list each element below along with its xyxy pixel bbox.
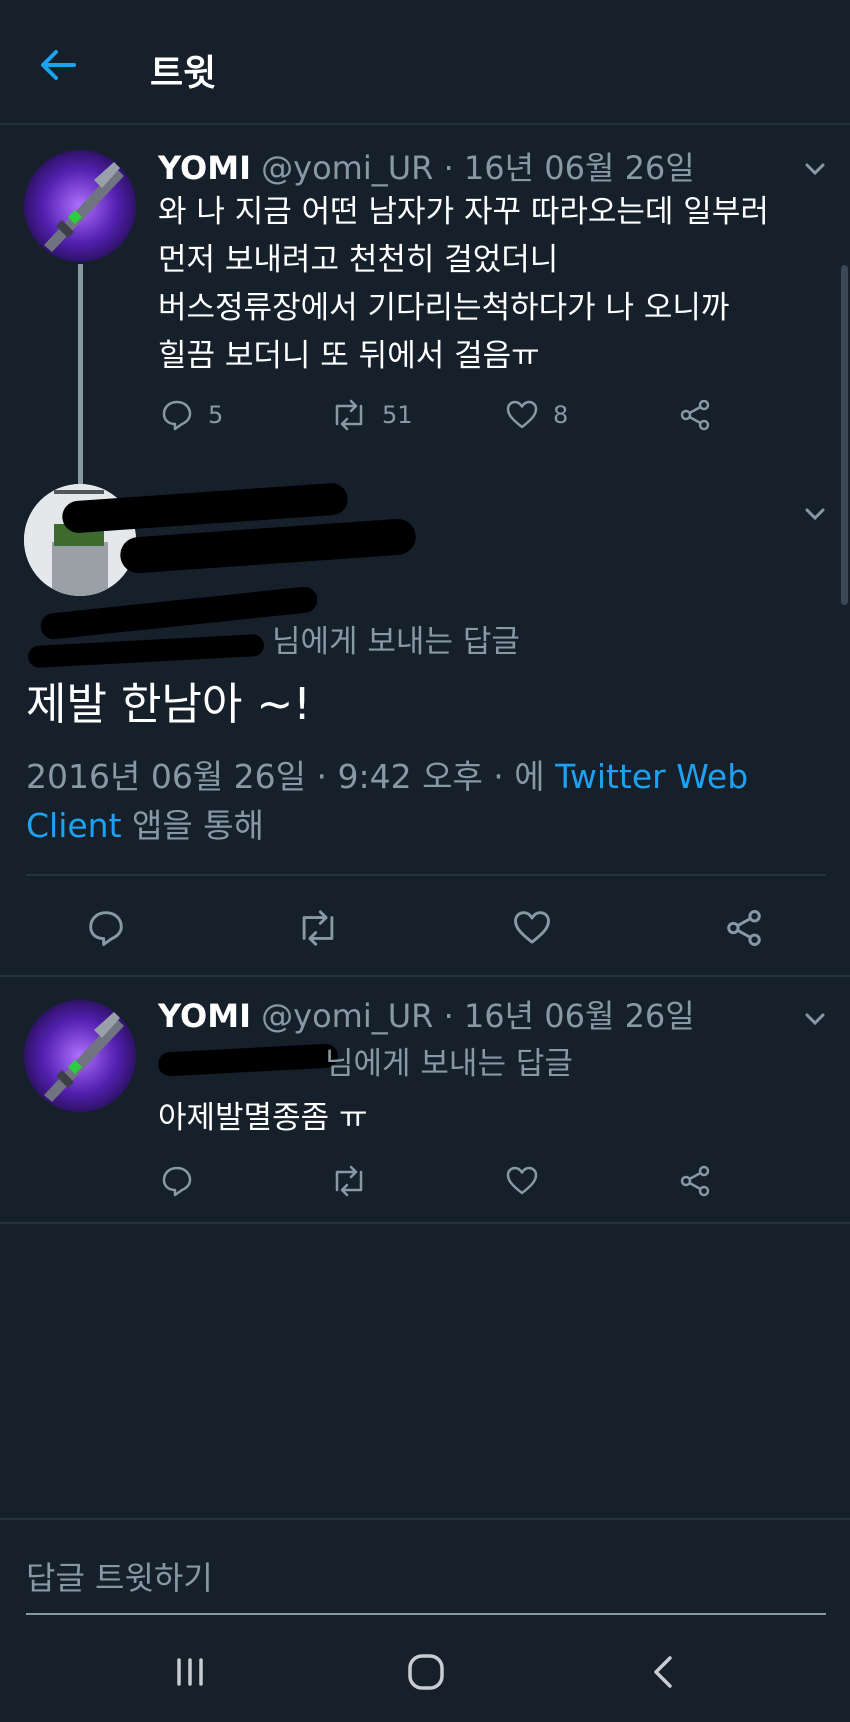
comment-icon bbox=[162, 1166, 192, 1197]
avatar-image bbox=[24, 150, 136, 262]
scrollbar[interactable] bbox=[841, 265, 848, 605]
thread-connector bbox=[78, 264, 83, 484]
page-title: 트윗 bbox=[150, 53, 217, 94]
chevron-down-icon bbox=[805, 1013, 825, 1026]
main-tweet-text: 제발 한남아 ~! bbox=[26, 679, 311, 730]
avatar-image bbox=[24, 1000, 136, 1112]
reply-button[interactable] bbox=[160, 1164, 194, 1198]
retweet-icon bbox=[335, 399, 363, 431]
recent-apps-button[interactable] bbox=[160, 1642, 220, 1702]
heart-icon bbox=[514, 911, 550, 944]
like-button[interactable]: 8 bbox=[505, 398, 568, 432]
handle-and-date: @yomi_UR · 16년 06월 26일 bbox=[261, 997, 695, 1035]
arrow-left-icon bbox=[41, 50, 76, 80]
top-bar: 트윗 bbox=[0, 0, 850, 125]
comment-icon bbox=[162, 400, 192, 431]
tweet1-text: 와 나 지금 어떤 남자가 자꾸 따라오는데 일부러 먼저 보내려고 천천히 걸… bbox=[158, 194, 769, 374]
handle-and-date: @yomi_UR · 16년 06월 26일 bbox=[261, 149, 695, 187]
tweet3-actions bbox=[160, 1164, 720, 1204]
chevron-down-icon bbox=[805, 163, 825, 176]
tweet3-text: 아제발멸종좀 ㅠ bbox=[158, 1100, 368, 1136]
chevron-left-icon bbox=[654, 1656, 672, 1688]
app-root: 트윗 YOMI @yomi_UR · 16년 06월 26일 와 나 지금 어떤… bbox=[0, 0, 850, 1722]
retweet-icon bbox=[302, 910, 334, 946]
reply-compose-field[interactable]: 답글 트윗하기 bbox=[26, 1545, 826, 1615]
via-text: 앱을 통해 bbox=[121, 806, 264, 845]
reply-button[interactable] bbox=[86, 908, 126, 948]
tweet3-header: YOMI @yomi_UR · 16년 06월 26일 bbox=[158, 996, 695, 1036]
retweet-button[interactable] bbox=[296, 908, 340, 948]
tweet3-more-button[interactable] bbox=[798, 1002, 832, 1036]
share-icon bbox=[680, 399, 710, 431]
home-icon bbox=[408, 1654, 444, 1690]
reply-count: 5 bbox=[208, 401, 224, 429]
display-name[interactable]: YOMI bbox=[158, 149, 251, 187]
main-tweet-actions bbox=[86, 908, 766, 948]
system-back-button[interactable] bbox=[634, 1642, 694, 1702]
main-reply-to-label: 님에게 보내는 답글 bbox=[272, 624, 520, 660]
display-name[interactable]: YOMI bbox=[158, 997, 251, 1035]
divider bbox=[0, 1518, 850, 1520]
share-button[interactable] bbox=[678, 1164, 712, 1198]
main-tweet-more-button[interactable] bbox=[798, 497, 832, 531]
client-link-cont[interactable]: Client bbox=[26, 806, 122, 845]
heart-icon bbox=[506, 400, 538, 429]
tweet1-more-button[interactable] bbox=[798, 152, 832, 186]
recent-apps-icon bbox=[177, 1658, 203, 1686]
retweet-count: 51 bbox=[382, 401, 413, 429]
reply-button[interactable]: 5 bbox=[160, 398, 223, 432]
retweet-button[interactable]: 51 bbox=[330, 398, 413, 432]
retweet-button[interactable] bbox=[330, 1164, 368, 1198]
redaction-scribble bbox=[27, 633, 265, 669]
share-icon bbox=[727, 910, 761, 946]
main-tweet-meta: 2016년 06월 26일 · 9:42 오후 · 에 Twitter Web C… bbox=[26, 752, 826, 850]
comment-icon bbox=[89, 911, 123, 946]
share-icon bbox=[680, 1165, 710, 1197]
timestamp: 2016년 06월 26일 · 9:42 오후 · 에 bbox=[26, 757, 556, 796]
compose-placeholder: 답글 트윗하기 bbox=[26, 1559, 213, 1597]
system-nav-bar bbox=[0, 1622, 850, 1722]
home-button[interactable] bbox=[396, 1642, 456, 1702]
share-button[interactable] bbox=[678, 398, 712, 432]
client-link[interactable]: Twitter Web bbox=[555, 757, 748, 796]
tweet1-actions: 5 51 8 bbox=[160, 398, 720, 438]
like-button[interactable] bbox=[505, 1164, 539, 1198]
heart-icon bbox=[506, 1166, 538, 1195]
tweet3-reply-to-label: 님에게 보내는 답글 bbox=[325, 1046, 573, 1082]
divider bbox=[0, 1222, 850, 1224]
tweet1-header: YOMI @yomi_UR · 16년 06월 26일 bbox=[158, 148, 695, 188]
avatar-yomi[interactable] bbox=[24, 150, 136, 262]
retweet-icon bbox=[335, 1165, 363, 1197]
avatar-yomi[interactable] bbox=[24, 1000, 136, 1112]
back-button[interactable] bbox=[34, 40, 84, 90]
chevron-down-icon bbox=[805, 508, 825, 521]
redaction-scribble bbox=[157, 1043, 339, 1077]
divider bbox=[0, 975, 850, 977]
like-button[interactable] bbox=[512, 908, 552, 948]
share-button[interactable] bbox=[724, 908, 764, 948]
like-count: 8 bbox=[553, 401, 569, 429]
divider bbox=[26, 874, 826, 876]
